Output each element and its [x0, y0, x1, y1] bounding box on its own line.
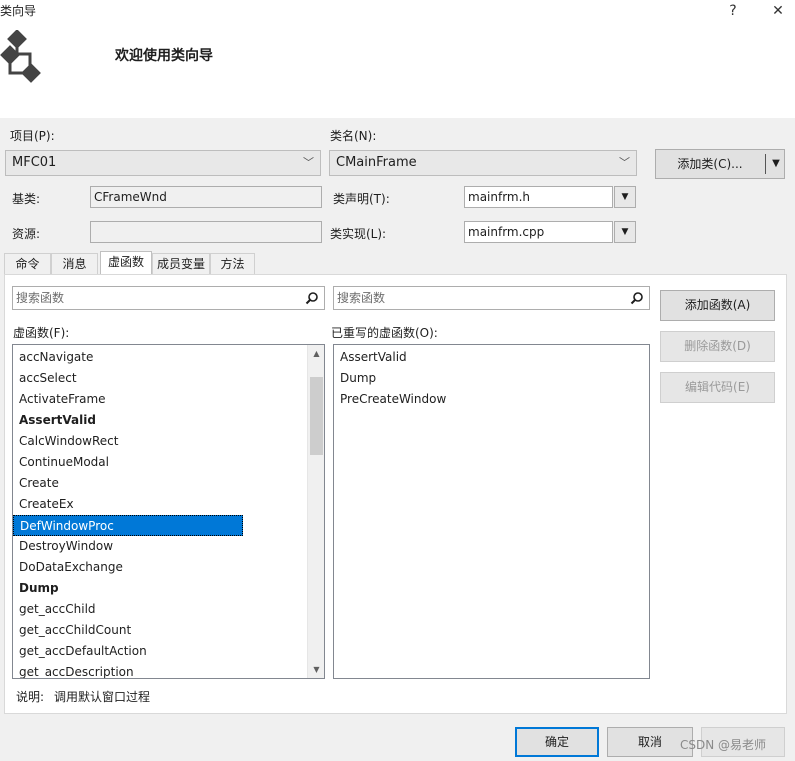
scroll-down-icon[interactable]: ▼ [308, 661, 324, 678]
classname-value: CMainFrame [336, 155, 417, 170]
list-item[interactable]: get_accDescription [13, 662, 324, 678]
description-label: 说明: [16, 690, 45, 704]
list-item[interactable]: CreateEx [13, 494, 324, 515]
decl-label: 类声明(T): [333, 192, 390, 206]
resource-field [90, 221, 322, 243]
list-item[interactable]: Dump [334, 368, 649, 389]
chevron-down-icon: ﹀ [619, 156, 630, 169]
scroll-up-icon[interactable]: ▲ [308, 345, 324, 362]
base-field: CFrameWnd [90, 186, 322, 208]
list-item[interactable]: CalcWindowRect [13, 431, 324, 452]
project-value: MFC01 [12, 155, 57, 170]
tab-messages[interactable]: 消息 [51, 253, 98, 275]
project-combo[interactable]: MFC01 ﹀ [5, 150, 321, 176]
search-placeholder: 搜索函数 [337, 291, 386, 305]
list-item[interactable]: get_accChild [13, 599, 324, 620]
split-divider [765, 154, 766, 174]
tab-member-variables[interactable]: 成员变量 [152, 253, 210, 275]
virtuals-listbox[interactable]: accNavigate accSelect ActivateFrame AssertV… [12, 344, 325, 679]
wizard-header: 欢迎使用类向导 [0, 22, 795, 118]
search-icon[interactable] [630, 291, 644, 305]
impl-dropdown-button[interactable]: ▼ [614, 221, 636, 243]
search-placeholder: 搜索函数 [16, 291, 65, 305]
impl-field[interactable]: mainfrm.cpp [464, 221, 613, 243]
list-item[interactable]: DoDataExchange [13, 557, 324, 578]
dropdown-arrow-icon[interactable]: ▼ [768, 150, 784, 178]
decl-dropdown-button[interactable]: ▼ [614, 186, 636, 208]
ok-button[interactable]: 确定 [515, 727, 599, 757]
chevron-down-icon: ﹀ [303, 156, 314, 169]
list-item[interactable]: Create [13, 473, 324, 494]
watermark: CSDN @易老师 [680, 738, 767, 752]
delete-function-button[interactable]: 删除函数(D) [660, 331, 775, 362]
list-item[interactable]: get_accChildCount [13, 620, 324, 641]
scroll-thumb[interactable] [310, 377, 323, 455]
help-button[interactable]: ? [718, 0, 748, 22]
base-label: 基类: [12, 192, 41, 206]
list-item[interactable]: ContinueModal [13, 452, 324, 473]
tab-commands[interactable]: 命令 [4, 253, 51, 275]
list-item[interactable]: get_accDefaultAction [13, 641, 324, 662]
impl-label: 类实现(L): [330, 227, 387, 241]
edit-code-button[interactable]: 编辑代码(E) [660, 372, 775, 403]
search-input-left[interactable]: 搜索函数 [12, 286, 325, 310]
list-item[interactable]: ActivateFrame [13, 389, 324, 410]
decl-field[interactable]: mainfrm.h [464, 186, 613, 208]
project-label: 项目(P): [10, 129, 55, 143]
classname-combo[interactable]: CMainFrame ﹀ [329, 150, 637, 176]
list-item[interactable]: AssertValid [334, 347, 649, 368]
search-icon[interactable] [305, 291, 319, 305]
add-class-label: 添加类(C)... [677, 157, 743, 171]
wizard-diagram-icon [0, 30, 41, 83]
resource-label: 资源: [12, 227, 41, 241]
overridden-list-label: 已重写的虚函数(O): [331, 326, 438, 340]
vertical-scrollbar[interactable]: ▲ ▼ [307, 345, 324, 678]
list-item-selected[interactable]: DefWindowProc [13, 515, 243, 536]
list-item[interactable]: accSelect [13, 368, 324, 389]
window-title: 类向导 [0, 4, 37, 18]
list-item[interactable]: DestroyWindow [13, 536, 324, 557]
add-class-button[interactable]: 添加类(C)... ▼ [655, 149, 785, 179]
close-button[interactable]: ✕ [763, 0, 793, 22]
page-title: 欢迎使用类向导 [115, 48, 213, 64]
list-item[interactable]: AssertValid [13, 410, 324, 431]
description-value: 调用默认窗口过程 [54, 690, 151, 704]
tab-methods[interactable]: 方法 [210, 253, 255, 275]
tab-virtual-functions[interactable]: 虚函数 [100, 251, 152, 275]
list-item[interactable]: Dump [13, 578, 324, 599]
add-function-button[interactable]: 添加函数(A) [660, 290, 775, 321]
virtuals-list-label: 虚函数(F): [13, 326, 70, 340]
overridden-listbox[interactable]: AssertValid Dump PreCreateWindow [333, 344, 650, 679]
search-input-right[interactable]: 搜索函数 [333, 286, 650, 310]
classname-label: 类名(N): [330, 129, 377, 143]
list-item[interactable]: accNavigate [13, 347, 324, 368]
list-item[interactable]: PreCreateWindow [334, 389, 649, 410]
